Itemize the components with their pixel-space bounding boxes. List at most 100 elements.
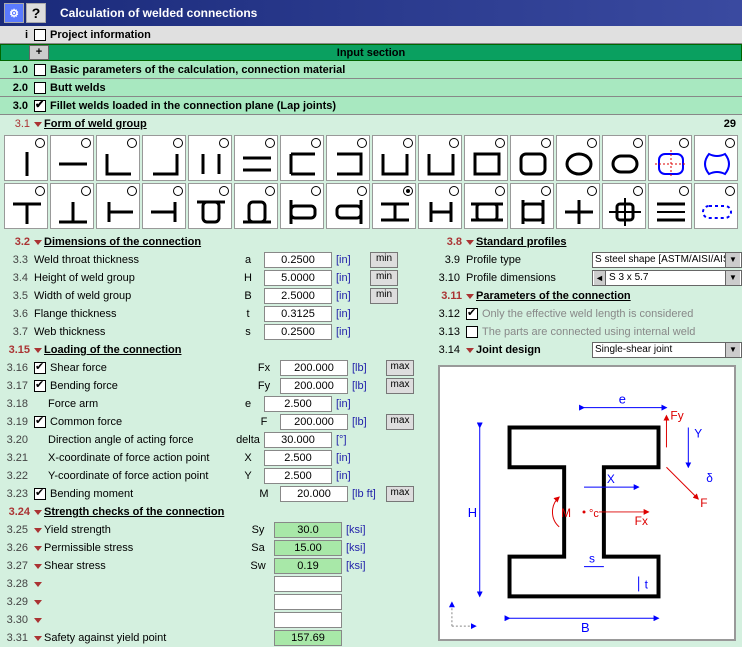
section-3-header[interactable]: 3.0 Fillet welds loaded in the connectio…	[0, 97, 742, 115]
form-of-weld-group-label: Form of weld group	[44, 118, 147, 130]
checkbox[interactable]	[34, 362, 46, 374]
row-3.24: 3.24 Strength checks of the connection	[0, 503, 432, 521]
weld-shape-option[interactable]	[96, 183, 140, 229]
section-1-header[interactable]: 1.0 Basic parameters of the calculation,…	[0, 61, 742, 79]
weld-shape-option[interactable]	[510, 183, 554, 229]
min-button[interactable]: min	[370, 252, 398, 268]
value-input[interactable]: 20.000	[280, 486, 348, 502]
row-3.6: 3.6Flange thicknesst0.3125[in]	[0, 305, 432, 323]
symbol: Fx	[248, 362, 280, 374]
weld-shape-option[interactable]	[234, 135, 278, 181]
weld-shape-option[interactable]	[694, 135, 738, 181]
symbol: delta	[232, 434, 264, 446]
weld-shape-option[interactable]	[694, 183, 738, 229]
row-3.27: 3.27Shear stressSw0.19[ksi]	[0, 557, 432, 575]
weld-shape-option[interactable]	[372, 183, 416, 229]
section-2-header[interactable]: 2.0 Butt welds	[0, 79, 742, 97]
checkbox[interactable]	[34, 416, 46, 428]
value-input[interactable]: 2.500	[264, 450, 332, 466]
max-button[interactable]: max	[386, 486, 414, 502]
value-input[interactable]: 0.2500	[264, 252, 332, 268]
weld-shape-option[interactable]	[188, 183, 232, 229]
value-input[interactable]	[274, 576, 342, 592]
weld-shape-palette	[0, 133, 742, 233]
value-input[interactable]: 5.0000	[264, 270, 332, 286]
checkbox[interactable]	[34, 380, 46, 392]
value-input[interactable]: 0.3125	[264, 306, 332, 322]
weld-shape-option[interactable]	[510, 135, 554, 181]
weld-shape-option[interactable]	[280, 135, 324, 181]
weld-shape-option[interactable]	[556, 135, 600, 181]
max-button[interactable]: max	[386, 414, 414, 430]
sec3-label: Fillet welds loaded in the connection pl…	[50, 100, 336, 112]
value-input[interactable]: 200.000	[280, 378, 348, 394]
app-icon[interactable]: ⚙	[4, 3, 24, 23]
joint-design-select[interactable]: Single-shear joint	[592, 342, 742, 358]
value-input[interactable]: 200.000	[280, 360, 348, 376]
row-3.22: 3.22Y-coordinate of force action pointY2…	[0, 467, 432, 485]
weld-shape-option[interactable]	[326, 135, 370, 181]
value-input[interactable]: 200.000	[280, 414, 348, 430]
eff-weld-checkbox[interactable]	[466, 308, 478, 320]
label: Bending force	[50, 380, 248, 392]
value-input[interactable]: 0.2500	[264, 324, 332, 340]
weld-shape-option[interactable]	[602, 183, 646, 229]
project-info-checkbox[interactable]	[34, 29, 46, 41]
unit: [lb]	[348, 380, 384, 392]
label: Web thickness	[34, 326, 232, 338]
symbol: H	[232, 272, 264, 284]
label: Permissible stress	[44, 542, 242, 554]
weld-shape-option[interactable]	[280, 183, 324, 229]
weld-shape-option[interactable]	[50, 135, 94, 181]
help-icon[interactable]: ?	[26, 3, 46, 23]
internal-weld-checkbox[interactable]	[466, 326, 478, 338]
weld-shape-option[interactable]	[96, 135, 140, 181]
min-button[interactable]: min	[370, 288, 398, 304]
profile-dim-select[interactable]: ◄S 3 x 5.7	[592, 270, 742, 286]
joint-design-label: Joint design	[476, 344, 592, 356]
sec1-checkbox[interactable]	[34, 64, 46, 76]
row-3.17: 3.17Bending forceFy200.000[lb]max	[0, 377, 432, 395]
checkbox[interactable]	[34, 488, 46, 500]
value-input[interactable]: 2.5000	[264, 288, 332, 304]
weld-shape-option[interactable]	[326, 183, 370, 229]
weld-shape-option[interactable]	[4, 135, 48, 181]
weld-shape-option[interactable]	[188, 135, 232, 181]
weld-shape-option[interactable]	[648, 183, 692, 229]
value-input: 30.0	[274, 522, 342, 538]
weld-shape-option[interactable]	[418, 135, 462, 181]
weld-shape-option[interactable]	[648, 135, 692, 181]
weld-shape-option[interactable]	[142, 135, 186, 181]
weld-shape-option[interactable]	[372, 135, 416, 181]
weld-shape-option[interactable]	[464, 183, 508, 229]
min-button[interactable]: min	[370, 270, 398, 286]
expand-button[interactable]: +	[29, 45, 49, 60]
weld-shape-option[interactable]	[234, 183, 278, 229]
weld-shape-option[interactable]	[50, 183, 94, 229]
weld-shape-option[interactable]	[418, 183, 462, 229]
sec2-checkbox[interactable]	[34, 82, 46, 94]
weld-shape-option[interactable]	[464, 135, 508, 181]
value-input[interactable]: 2.500	[264, 468, 332, 484]
weld-shape-option[interactable]	[142, 183, 186, 229]
value-input[interactable]	[274, 594, 342, 610]
label: Weld throat thickness	[34, 254, 232, 266]
weld-shape-option[interactable]	[602, 135, 646, 181]
value-input[interactable]: 2.500	[264, 396, 332, 412]
value-input[interactable]: 30.000	[264, 432, 332, 448]
profile-type-select[interactable]: S steel shape [ASTM/AISI/AISC]	[592, 252, 742, 268]
label: Y-coordinate of force action point	[34, 470, 232, 482]
row-3.12: 3.12 Only the effective weld length is c…	[432, 305, 742, 323]
project-info-header[interactable]: i Project information	[0, 26, 742, 44]
label: Common force	[50, 416, 248, 428]
sec3-checkbox[interactable]	[34, 100, 46, 112]
row-3.13: 3.13 The parts are connected using inter…	[432, 323, 742, 341]
unit: [in]	[332, 272, 368, 284]
weld-shape-option[interactable]	[4, 183, 48, 229]
max-button[interactable]: max	[386, 378, 414, 394]
symbol: Sa	[242, 542, 274, 554]
value-input[interactable]	[274, 612, 342, 628]
weld-shape-option[interactable]	[556, 183, 600, 229]
max-button[interactable]: max	[386, 360, 414, 376]
label: Width of weld group	[34, 290, 232, 302]
